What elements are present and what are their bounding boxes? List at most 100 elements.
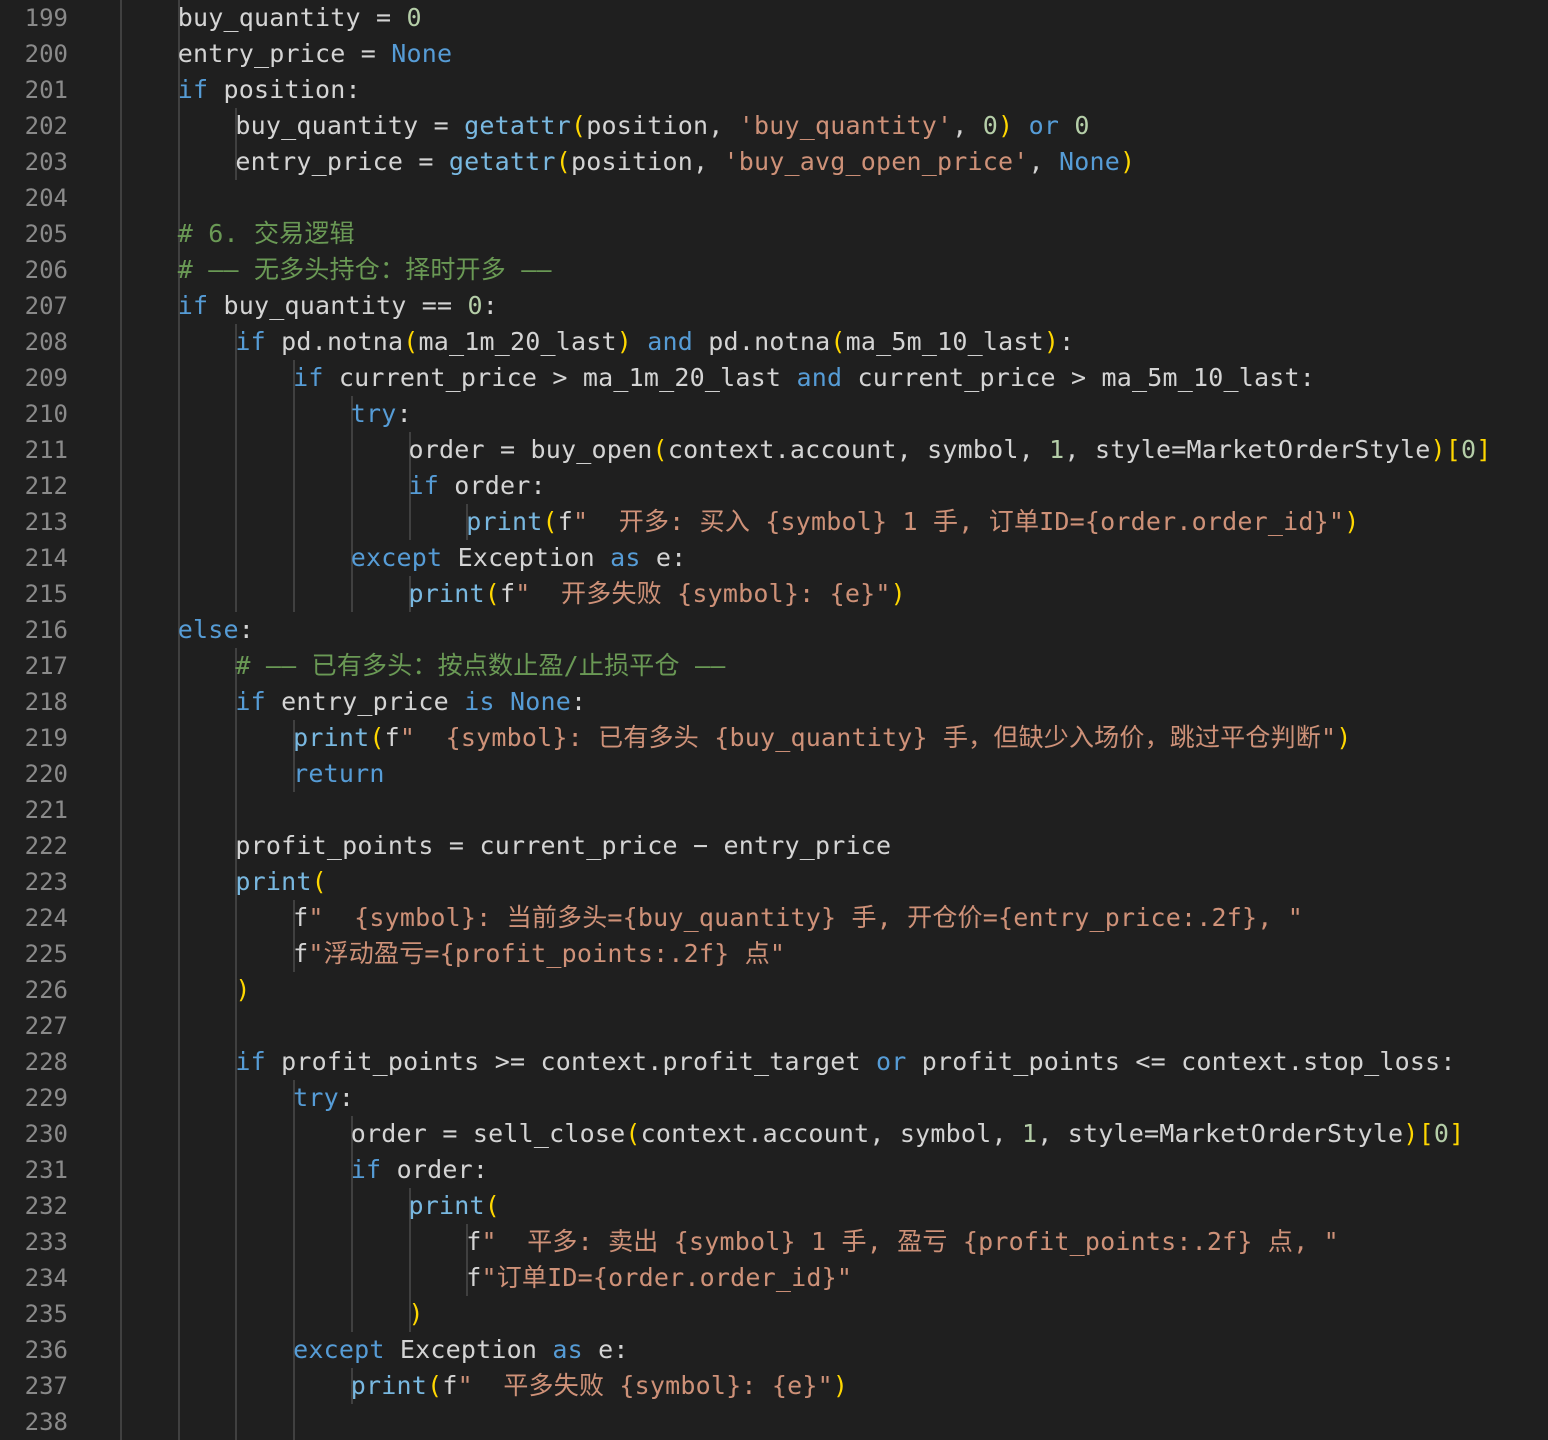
- code-line[interactable]: 230 order = sell_close(context.account, s…: [0, 1116, 1548, 1152]
- code-line[interactable]: 210 try:: [0, 396, 1548, 432]
- indent-guide: [120, 1260, 122, 1296]
- token-num: 0: [1461, 435, 1477, 464]
- code-line[interactable]: 220 return: [0, 756, 1548, 792]
- code-text: print(: [409, 1188, 501, 1224]
- indent-guide: [177, 1332, 180, 1368]
- token-op: .: [747, 1119, 763, 1148]
- indent-guide: [120, 1224, 122, 1260]
- code-line[interactable]: 237 print(f" 平多失败 {symbol}: {e}"): [0, 1368, 1548, 1404]
- token-op: :: [482, 291, 499, 320]
- line-number: 230: [24, 1120, 68, 1148]
- indent-guide: [120, 648, 122, 684]
- line-number: 232: [24, 1192, 68, 1220]
- token-str: " 开多失败 {symbol}: {e}": [515, 579, 891, 608]
- code-line[interactable]: 225 f"浮动盈亏={profit_points:.2f} 点": [0, 936, 1548, 972]
- indent-guide: [120, 1332, 122, 1368]
- token-id: style: [1067, 1119, 1144, 1148]
- code-line[interactable]: 200 entry_price = None: [0, 36, 1548, 72]
- indent-guide: [235, 1260, 238, 1296]
- code-line[interactable]: 221: [0, 792, 1548, 828]
- code-line[interactable]: 205 # 6. 交易逻辑: [0, 216, 1548, 252]
- code-line[interactable]: 199 buy_quantity = 0: [0, 0, 1548, 36]
- token-p1: ): [1430, 435, 1446, 464]
- indent-guide: [235, 1224, 238, 1260]
- indent-guide: [293, 504, 296, 540]
- indent-guide: [235, 1296, 238, 1332]
- code-text: ): [409, 1296, 424, 1332]
- line-number: 210: [24, 400, 68, 428]
- code-line[interactable]: 207 if buy_quantity == 0:: [0, 288, 1548, 324]
- code-line[interactable]: 216 else:: [0, 612, 1548, 648]
- code-line[interactable]: 203 entry_price = getattr(position, 'buy_…: [0, 144, 1548, 180]
- token-id: pd: [265, 327, 312, 356]
- code-line[interactable]: 212 if order:: [0, 468, 1548, 504]
- code-line[interactable]: 211 order = buy_open(context.account, sym…: [0, 432, 1548, 468]
- code-line[interactable]: 214 except Exception as e:: [0, 540, 1548, 576]
- code-text: else:: [178, 612, 254, 648]
- code-line[interactable]: 231 if order:: [0, 1152, 1548, 1188]
- code-line[interactable]: 229 try:: [0, 1080, 1548, 1116]
- code-line[interactable]: 235): [0, 1296, 1548, 1332]
- token-id: f: [293, 903, 309, 932]
- indent-guide: [177, 432, 180, 468]
- code-line[interactable]: 217 # —— 已有多头：按点数止盈/止损平仓 ——: [0, 648, 1548, 684]
- indent-guide: [350, 1296, 353, 1332]
- token-kw: except: [293, 1335, 385, 1364]
- indent-guide: [177, 576, 180, 612]
- indent-guide: [177, 1296, 180, 1332]
- line-number: 220: [24, 760, 68, 788]
- indent-guide: [120, 216, 122, 252]
- code-line[interactable]: 209 if current_price > ma_1m_20_last and …: [0, 360, 1548, 396]
- code-line[interactable]: 218 if entry_price is None:: [0, 684, 1548, 720]
- line-number: 215: [24, 580, 68, 608]
- token-num: 0: [1074, 111, 1090, 140]
- indent-guide: [120, 72, 122, 108]
- code-editor[interactable]: 199 buy_quantity = 0 200 entry_price = None…: [0, 0, 1548, 1440]
- code-line[interactable]: 227: [0, 1008, 1548, 1044]
- token-num: 1: [1049, 435, 1065, 464]
- code-text: # —— 已有多头：按点数止盈/止损平仓 ——: [235, 648, 725, 684]
- line-number: 231: [24, 1156, 68, 1184]
- token-op: :: [1440, 1047, 1456, 1076]
- token-kw: except: [350, 543, 443, 572]
- code-line[interactable]: 201 if position:: [0, 72, 1548, 108]
- token-id: account: [789, 435, 897, 464]
- code-line[interactable]: 236 except Exception as e:: [0, 1332, 1548, 1368]
- code-line[interactable]: 206 # —— 无多头持仓：择时开多 ——: [0, 252, 1548, 288]
- code-line[interactable]: 202 buy_quantity = getattr(position, 'buy…: [0, 108, 1548, 144]
- token-fn: print: [235, 867, 312, 896]
- indent-guide: [177, 792, 180, 828]
- indent-guide: [177, 540, 180, 576]
- token-op: :: [671, 543, 687, 572]
- code-line[interactable]: 219 print(f" {symbol}: 已有多头 {buy_quantity…: [0, 720, 1548, 756]
- line-number: 217: [24, 652, 68, 680]
- token-fn: print: [293, 723, 370, 752]
- code-line[interactable]: 234 f"订单ID={order.order_id}": [0, 1260, 1548, 1296]
- code-line[interactable]: 208 if pd.notna(ma_1m_20_last) and pd.not…: [0, 324, 1548, 360]
- token-op: =: [345, 39, 392, 68]
- code-line[interactable]: 232 print(: [0, 1188, 1548, 1224]
- code-line[interactable]: 224 f" {symbol}: 当前多头={buy_quantity} 手, 开…: [0, 900, 1548, 936]
- token-id: buy_open: [530, 435, 653, 464]
- token-op: ,: [952, 111, 983, 140]
- line-number: 235: [24, 1300, 68, 1328]
- code-line[interactable]: 233 f" 平多: 卖出 {symbol} 1 手, 盈亏 {profit_po…: [0, 1224, 1548, 1260]
- token-id: symbol: [899, 1119, 992, 1148]
- token-op: :: [1059, 327, 1075, 356]
- code-line[interactable]: 222 profit_points = current_price − entry…: [0, 828, 1548, 864]
- token-id: entry_price: [235, 147, 404, 176]
- code-line[interactable]: 238: [0, 1404, 1548, 1440]
- code-line[interactable]: 223 print(: [0, 864, 1548, 900]
- token-id: ma_5m_10_last: [845, 327, 1044, 356]
- token-op: :: [613, 1335, 629, 1364]
- code-line[interactable]: 213 print(f" 开多: 买入 {symbol} 1 手, 订单ID={o…: [0, 504, 1548, 540]
- code-line[interactable]: 226): [0, 972, 1548, 1008]
- code-text: if pd.notna(ma_1m_20_last) and pd.notna(…: [235, 324, 1074, 360]
- code-text: if buy_quantity == 0:: [178, 288, 498, 324]
- indent-guide: [177, 1368, 180, 1404]
- code-line[interactable]: 215 print(f" 开多失败 {symbol}: {e}"): [0, 576, 1548, 612]
- token-id: ma_5m_10_last: [1101, 363, 1300, 392]
- code-text: f"浮动盈亏={profit_points:.2f} 点": [293, 936, 785, 972]
- code-line[interactable]: 204: [0, 180, 1548, 216]
- code-line[interactable]: 228 if profit_points >= context.profit_ta…: [0, 1044, 1548, 1080]
